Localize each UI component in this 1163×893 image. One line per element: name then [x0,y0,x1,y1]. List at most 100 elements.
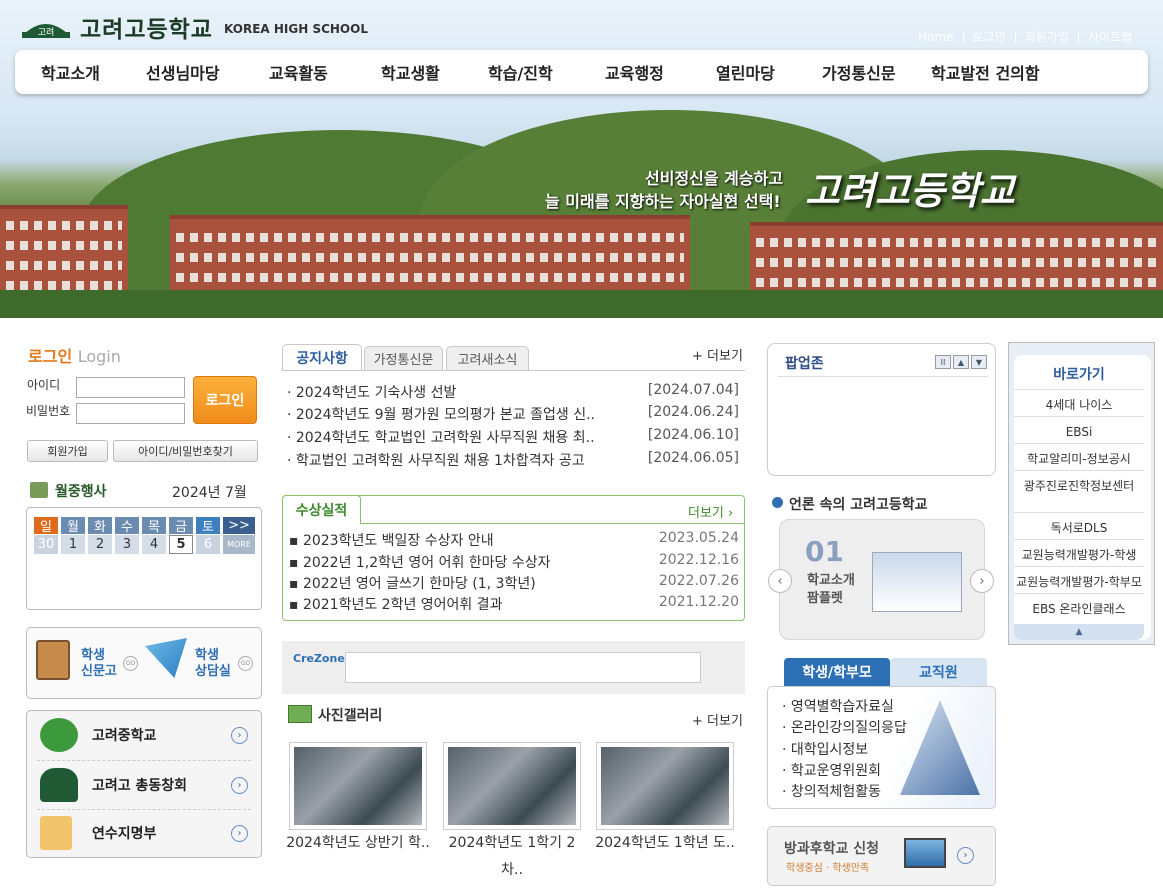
quick-link[interactable]: 학교알리미-정보공시 [1014,448,1144,471]
quick-link[interactable]: 교원능력개발평가-학부모 [1014,571,1144,594]
gallery-caption[interactable]: 2024학년도 상반기 학.. [285,830,431,857]
notice-title: · 학교법인 고려학원 사무직원 채용 1차합격자 공고 [287,453,585,469]
calendar-month: 2024년 7월 [172,485,247,501]
monitor-icon [904,838,946,868]
nav-item[interactable]: 교육활동 [269,60,381,84]
tab-students-parents[interactable]: 학생/학부모 [784,658,890,686]
quick-link[interactable]: 4세대 나이스 [1014,394,1144,417]
tab-family-letter[interactable]: 가정통신문 [364,346,443,370]
chevron-down-icon[interactable]: ▼ [971,355,987,369]
nav-item[interactable]: 교육행정 [605,60,716,84]
counsel-link[interactable]: 학생 상담실 [195,648,235,680]
gallery-thumb[interactable] [443,742,581,830]
award-title: ▪ 2023학년도 백일장 수상자 안내 [289,533,494,549]
nav-item[interactable]: 열린마당 [716,60,822,84]
tab-staff[interactable]: 교직원 [890,658,987,686]
quick-link[interactable]: 독서로DLS [1014,517,1144,540]
family-link-alumni[interactable]: 고려고 총동창회 › [40,762,248,808]
quick-links-top-button[interactable]: ▲ [1014,624,1144,640]
find-account-button[interactable]: 아이디/비밀번호찾기 [113,440,258,462]
calendar-day[interactable]: 2 [88,535,112,554]
award-item[interactable]: ▪ 2023학년도 백일장 수상자 안내 2023.05.24 [289,530,739,550]
gallery-thumb[interactable] [596,742,734,830]
nav-item[interactable]: 선생님마당 [146,60,269,84]
student-link[interactable]: · 대학입시정보 [782,739,868,759]
calendar-next-button[interactable]: >> [223,517,255,534]
award-title: ▪ 2021학년도 2학년 영어어휘 결과 [289,597,503,613]
login-title-ko: 로그인 [28,347,73,366]
notice-more-link[interactable]: + 더보기 [692,345,743,364]
award-item[interactable]: ▪ 2022년 1,2학년 영어 어휘 한마당 수상자 2022.12.16 [289,552,739,572]
nav-item[interactable]: 학교소개 [41,60,146,84]
quick-link[interactable]: 광주진로진학정보센터 [1014,475,1144,513]
nav-item[interactable]: 가정통신문 [822,60,931,84]
award-title: ▪ 2022년 영어 글쓰기 한마당 (1, 3학년) [289,576,536,592]
student-link[interactable]: · 온라인강의질의응답 [782,717,907,737]
calendar-more-button[interactable]: MORE [223,535,255,554]
util-join[interactable]: 회원가입 [1014,31,1078,43]
newspaper-link[interactable]: 학생 신문고 [81,648,121,680]
join-button[interactable]: 회원가입 [27,440,108,462]
nav-item[interactable]: 학교발전 건의함 [931,60,1040,84]
quick-link[interactable]: 교원능력개발평가-학생 [1014,544,1144,567]
student-link[interactable]: · 학교운영위원회 [782,760,881,780]
crezone-logo[interactable]: CreZone [293,652,345,665]
util-home[interactable]: Home [909,31,962,43]
quick-link[interactable]: EBSi [1014,421,1144,444]
calendar-day[interactable]: 3 [115,535,139,554]
clipboard-icon [36,640,70,680]
login-title: 로그인 Login [28,343,121,367]
notice-item[interactable]: · 2024학년도 기숙사생 선발 [2024.07.04] [287,382,739,402]
awards-tab[interactable]: 수상실적 [282,495,361,524]
calendar-day[interactable]: 1 [61,535,85,554]
tab-notice[interactable]: 공지사항 [282,344,362,371]
award-item[interactable]: ▪ 2022년 영어 글쓰기 한마당 (1, 3학년) 2022.07.26 [289,573,739,593]
calendar-day[interactable]: 30 [34,535,58,554]
gallery-caption[interactable]: 2024학년도 1학년 도.. [592,830,738,857]
chevron-up-icon[interactable]: ▲ [953,355,969,369]
go-icon[interactable]: GO [123,656,138,671]
login-button[interactable]: 로그인 [193,376,257,424]
award-date: 2022.07.26 [658,573,739,589]
tab-school-news[interactable]: 고려새소식 [446,346,529,370]
password-input[interactable] [76,403,185,424]
nav-item[interactable]: 학교생활 [381,60,488,84]
family-link-directory[interactable]: 연수지명부 › [40,810,248,856]
press-next-button[interactable]: › [970,569,994,593]
award-date: 2023.05.24 [658,530,739,546]
weekday-tue: 화 [88,517,112,535]
calendar-day-today[interactable]: 5 [169,535,193,554]
quick-link[interactable]: EBS 온라인클래스 [1014,598,1144,620]
family-link-middle-school[interactable]: 고려중학교 › [40,712,248,758]
awards-more-link[interactable]: 더보기 › [688,502,733,521]
press-prev-button[interactable]: ‹ [768,569,792,593]
notice-item[interactable]: · 학교법인 고려학원 사무직원 채용 1차합격자 공고 [2024.06.05] [287,450,739,470]
gallery-thumb[interactable] [289,742,427,830]
press-slide-number: 01 [805,535,844,568]
notice-item[interactable]: · 2024학년도 학교법인 고려학원 사무직원 채용 최.. [2024.06.… [287,427,739,447]
crezone-input[interactable] [345,652,701,683]
award-item[interactable]: ▪ 2021학년도 2학년 영어어휘 결과 2021.12.20 [289,594,739,614]
student-link[interactable]: · 창의적체험활동 [782,781,881,801]
nav-item[interactable]: 학습/진학 [488,60,605,84]
slogan-school-name: 고려고등학교 [805,169,1015,213]
student-link[interactable]: · 영역별학습자료실 [782,696,894,716]
brochure-image [872,552,962,612]
notice-item[interactable]: · 2024학년도 9월 평가원 모의평가 본교 졸업생 신.. [2024.06… [287,404,739,424]
gallery-more-link[interactable]: + 더보기 [692,710,743,729]
chevron-right-icon[interactable]: › [957,847,974,864]
calendar-day[interactable]: 6 [196,535,220,554]
id-input[interactable] [76,377,185,398]
pause-icon[interactable]: II [935,355,951,369]
calendar-icon [30,482,48,498]
school-logo-icon[interactable]: 고려 [20,10,72,40]
calendar-day[interactable]: 4 [142,535,166,554]
award-date: 2022.12.16 [658,552,739,568]
util-sitemap[interactable]: 사이트맵 [1077,31,1141,43]
go-icon[interactable]: GO [238,656,253,671]
notepad-icon [40,816,72,850]
util-login[interactable]: 로그인 [962,31,1015,43]
gallery-caption[interactable]: 2024학년도 1학기 2차.. [439,830,585,884]
school-name[interactable]: 고려고등학교 [80,10,213,44]
divider [778,376,988,377]
